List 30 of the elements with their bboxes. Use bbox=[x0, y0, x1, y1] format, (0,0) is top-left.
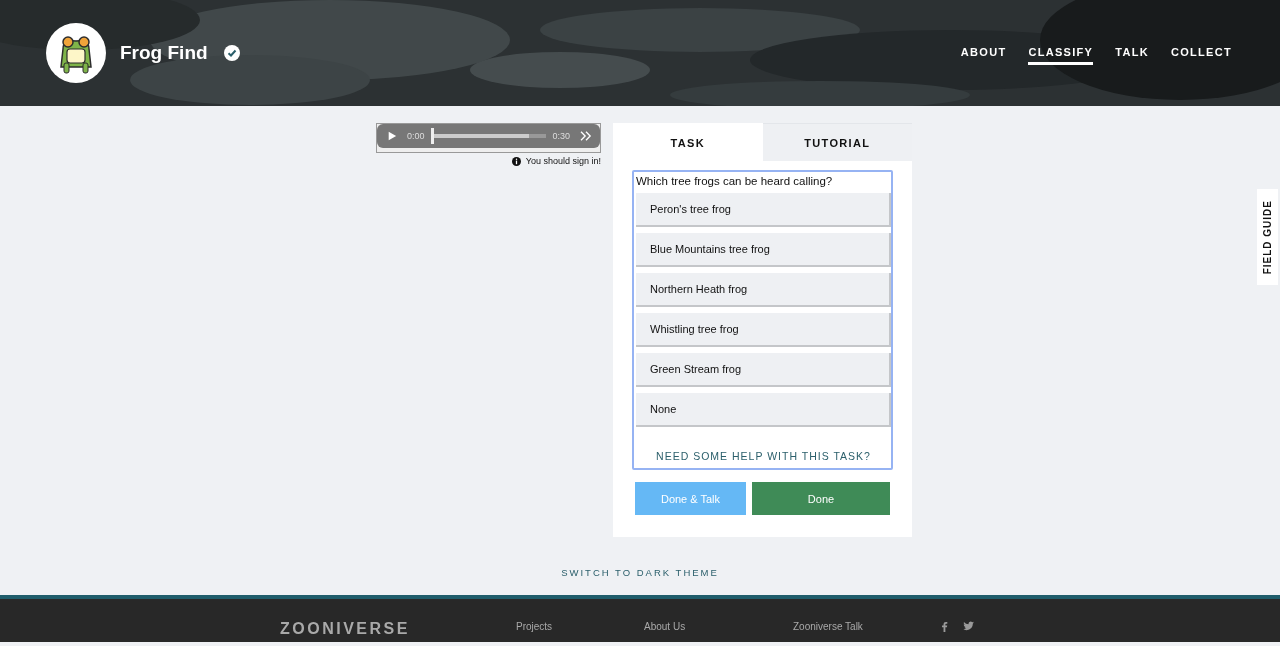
answer-option[interactable]: Whistling tree frog bbox=[636, 313, 891, 347]
nav-link[interactable]: COLLECT bbox=[1170, 41, 1232, 65]
panel-tab[interactable]: TUTORIAL bbox=[762, 123, 912, 161]
sign-in-note: You should sign in! bbox=[525, 156, 601, 166]
footer-link[interactable]: About Us bbox=[644, 621, 793, 633]
duration: 0:30 bbox=[552, 131, 570, 141]
play-icon[interactable] bbox=[387, 131, 397, 141]
nav-link[interactable]: TALK bbox=[1115, 41, 1149, 65]
answer-option[interactable]: Blue Mountains tree frog bbox=[636, 233, 891, 267]
done-button[interactable]: Done bbox=[752, 482, 890, 515]
footer-link[interactable]: Projects bbox=[516, 621, 644, 633]
project-title[interactable]: Frog Find bbox=[120, 42, 208, 64]
answer-option[interactable]: Northern Heath frog bbox=[636, 273, 891, 307]
footer-link[interactable]: Zooniverse Talk bbox=[793, 621, 939, 633]
help-link[interactable]: NEED SOME HELP WITH THIS TASK? bbox=[636, 450, 891, 462]
frog-logo-icon[interactable] bbox=[46, 23, 106, 83]
twitter-icon[interactable] bbox=[963, 621, 974, 631]
answer-option[interactable]: Peron's tree frog bbox=[636, 193, 891, 227]
current-time: 0:00 bbox=[407, 131, 425, 141]
zooniverse-logo[interactable]: ZOONIVERSE bbox=[280, 621, 516, 637]
nav-link[interactable]: CLASSIFY bbox=[1028, 41, 1094, 65]
answer-option[interactable]: None bbox=[636, 393, 891, 427]
nav-link[interactable]: ABOUT bbox=[960, 41, 1007, 65]
task-question: Which tree frogs can be heard calling? bbox=[636, 174, 834, 189]
field-guide-tab[interactable]: FIELD GUIDE bbox=[1257, 189, 1278, 285]
facebook-icon[interactable] bbox=[939, 621, 949, 632]
theme-toggle-link[interactable]: SWITCH TO DARK THEME bbox=[561, 567, 719, 578]
fast-forward-icon[interactable] bbox=[580, 131, 592, 141]
answer-option[interactable]: Green Stream frog bbox=[636, 353, 891, 387]
info-icon bbox=[511, 156, 521, 166]
